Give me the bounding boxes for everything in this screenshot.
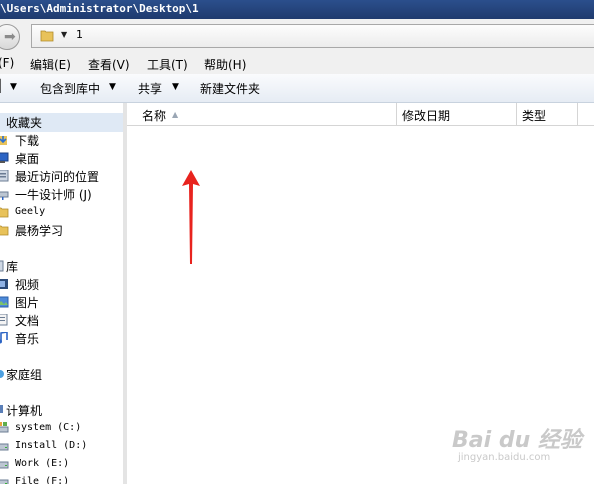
baidu-watermark: Bai du 经验 jingyan.baidu.com <box>440 418 590 470</box>
nav-item-label: 一牛设计师 (J) <box>15 188 92 202</box>
share-button[interactable]: 共享 <box>138 80 162 97</box>
menu-bar: (F) 编辑(E) 查看(V) 工具(T) 帮助(H) <box>0 52 594 74</box>
address-input[interactable]: ▼ 1 <box>31 24 594 48</box>
folder-icon <box>0 225 9 236</box>
column-separator[interactable] <box>577 103 578 125</box>
new-folder-button[interactable]: 新建文件夹 <box>200 80 260 97</box>
computer-icon <box>0 405 3 413</box>
nav-item-label: 最近访问的位置 <box>15 170 100 184</box>
navigation-pane: 收藏夹 下载 桌面 最近访问的位置 一牛设计师 (J) Geely 晨杨学习 库… <box>0 103 124 484</box>
column-header-type[interactable]: 类型 <box>522 107 546 124</box>
libraries-icon <box>0 260 4 272</box>
breadcrumb-dropdown-icon[interactable]: ▼ <box>61 30 67 39</box>
folder-icon <box>0 207 9 218</box>
drive-icon <box>0 479 9 484</box>
videos-icon <box>0 279 8 289</box>
watermark-url: jingyan.baidu.com <box>458 452 551 463</box>
column-header-row: 名称 ▲ 修改日期 类型 <box>127 103 594 126</box>
downloads-icon <box>0 136 7 145</box>
nav-item-label: 桌面 <box>15 152 40 166</box>
red-arrow-annotation <box>182 170 200 264</box>
organize-button[interactable]: ▌ <box>0 79 5 93</box>
title-bar: \Users\Administrator\Desktop\1 <box>0 0 594 19</box>
menu-edit[interactable]: 编辑(E) <box>30 56 71 73</box>
nav-item-label: 音乐 <box>15 332 40 346</box>
breadcrumb-segment[interactable]: 1 <box>76 28 83 41</box>
back-button[interactable]: ➡ <box>0 24 20 50</box>
nav-item-label: 晨杨学习 <box>15 224 64 238</box>
command-bar: ▌ ▼ 包含到库中 ▼ 共享 ▼ 新建文件夹 <box>0 74 594 103</box>
column-header-date-modified[interactable]: 修改日期 <box>402 107 450 124</box>
folder-icon <box>40 30 54 42</box>
recent-places-icon <box>0 170 9 182</box>
nav-item-label: File (F:) <box>15 476 70 484</box>
share-dropdown-icon[interactable]: ▼ <box>172 82 179 92</box>
drive-icon <box>0 443 9 451</box>
column-separator[interactable] <box>396 103 397 125</box>
sort-ascending-icon: ▲ <box>172 110 179 119</box>
nav-item-label: 视频 <box>15 278 40 292</box>
nav-item-label: 图片 <box>15 296 40 310</box>
desktop-icon <box>0 152 9 163</box>
nav-item-label: Install (D:) <box>15 440 88 451</box>
menu-tools[interactable]: 工具(T) <box>147 56 188 73</box>
menu-view[interactable]: 查看(V) <box>88 56 130 73</box>
nav-libraries-label: 库 <box>6 260 19 274</box>
nav-computer-label: 计算机 <box>6 404 43 418</box>
nav-item-label: 下载 <box>15 134 40 148</box>
pictures-icon <box>0 296 9 308</box>
nav-item-label: Work (E:) <box>15 458 70 469</box>
homegroup-icon <box>0 370 4 378</box>
column-separator[interactable] <box>516 103 517 125</box>
watermark-brand: Bai du 经验 <box>452 428 582 453</box>
nav-item-label: Geely <box>15 206 46 217</box>
menu-file[interactable]: (F) <box>0 56 14 70</box>
nav-item-label: system (C:) <box>15 422 82 433</box>
nav-homegroup-label: 家庭组 <box>6 368 43 382</box>
drive-icon <box>0 461 9 469</box>
nav-item-label: 文档 <box>15 314 40 328</box>
nav-favorites-label: 收藏夹 <box>6 116 43 130</box>
organize-dropdown-icon[interactable]: ▼ <box>10 82 17 92</box>
include-library-dropdown-icon[interactable]: ▼ <box>109 82 116 92</box>
documents-icon <box>0 314 8 326</box>
address-bar-row: ➡ ▼ 1 <box>0 19 594 52</box>
menu-help[interactable]: 帮助(H) <box>204 56 246 73</box>
music-icon <box>0 332 8 344</box>
network-drive-icon <box>0 191 9 200</box>
window-title: \Users\Administrator\Desktop\1 <box>0 2 199 15</box>
include-in-library-button[interactable]: 包含到库中 <box>40 80 100 97</box>
back-arrow-icon: ➡ <box>4 29 16 45</box>
column-header-name[interactable]: 名称 <box>142 107 166 124</box>
system-drive-icon <box>0 422 9 433</box>
